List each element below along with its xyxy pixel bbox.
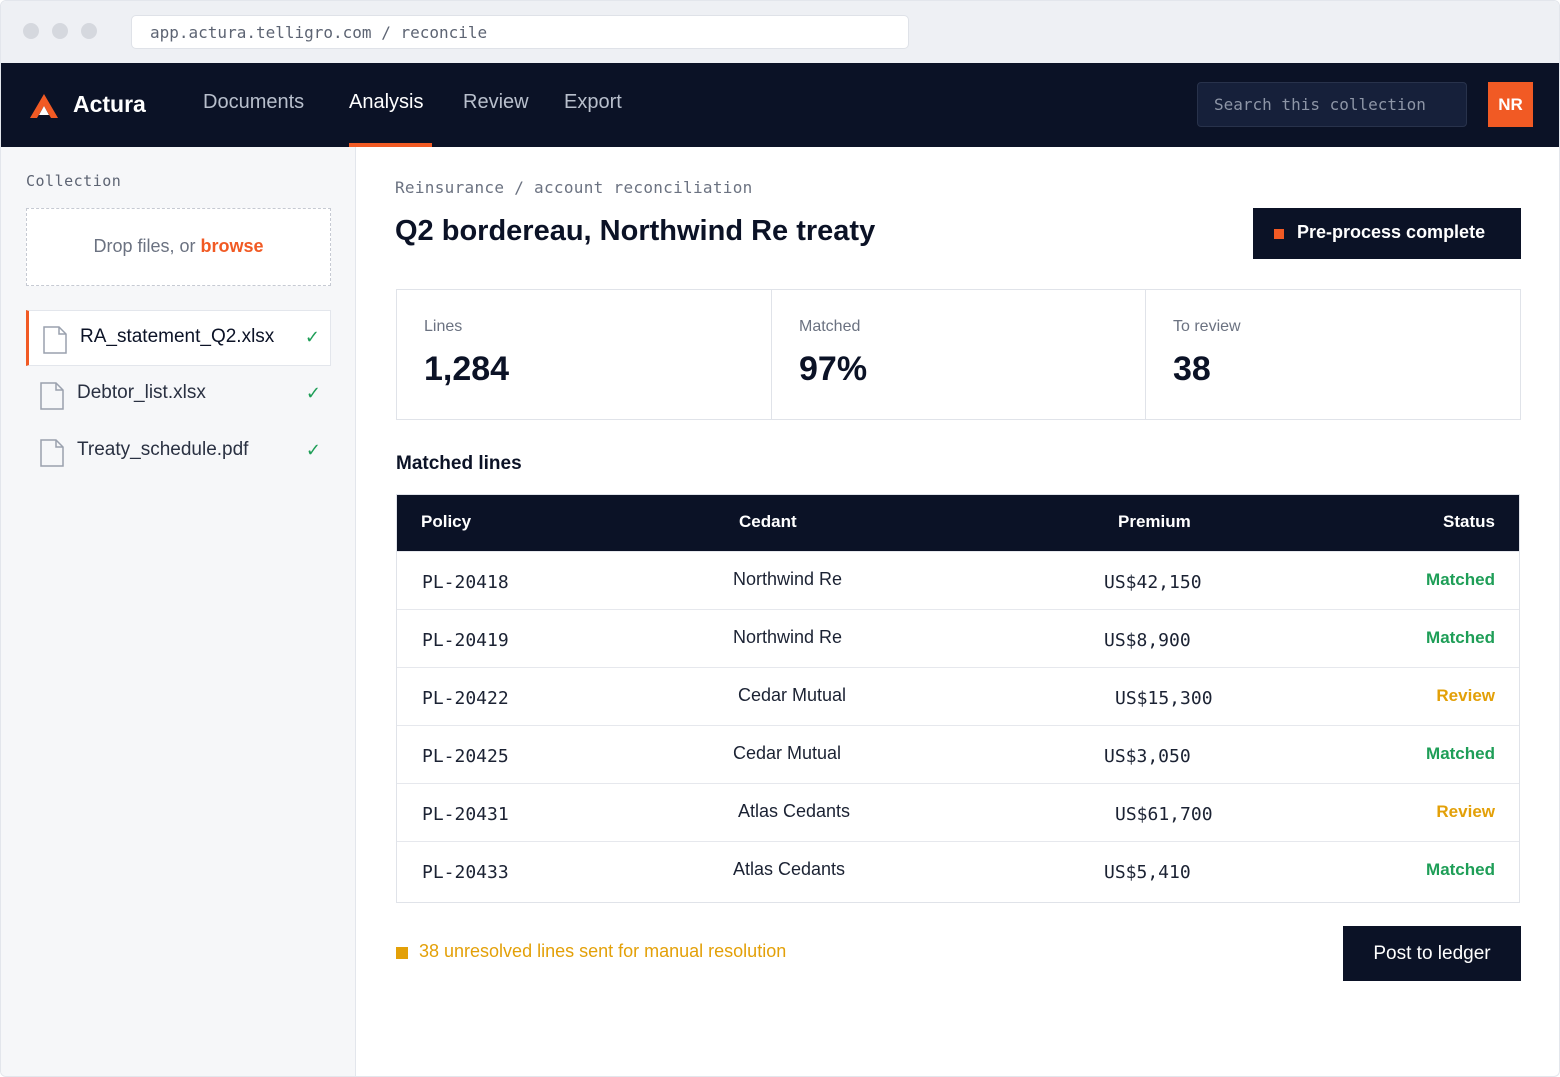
window-minimize-dot[interactable] [52, 23, 68, 39]
header-status[interactable]: Status [1443, 512, 1495, 532]
brand-name[interactable]: Actura [73, 91, 146, 118]
status-cell: Review [1436, 802, 1495, 821]
browser-chrome: app.actura.telligro.com / reconcile [1, 1, 1559, 63]
warning-square-icon [396, 947, 408, 959]
active-tab-indicator [349, 143, 432, 147]
status-cell: Matched [1426, 570, 1495, 589]
premium-cell: US$15,300 [1115, 688, 1213, 709]
premium-cell: US$42,150 [1104, 572, 1202, 593]
policy-cell: PL-20431 [422, 804, 509, 825]
cedant-cell: Atlas Cedants [733, 859, 846, 879]
header-policy[interactable]: Policy [421, 512, 471, 532]
header-cedant[interactable]: Cedant [739, 512, 797, 532]
tab-review[interactable]: Review [463, 91, 529, 114]
stat-matched: Matched 97% [771, 290, 1145, 419]
matched-lines-table: Policy Cedant Premium Status PL-20418 No… [396, 494, 1520, 903]
cedant-cell: Cedar Mutual [738, 685, 847, 705]
section-title: Matched lines [396, 453, 522, 474]
table-row[interactable]: PL-20431 Atlas Cedants US$61,700 Review [397, 783, 1519, 841]
tab-documents[interactable]: Documents [203, 91, 304, 114]
policy-cell: PL-20422 [422, 688, 509, 709]
file-name: Debtor_list.xlsx [77, 382, 206, 403]
status-cell: Matched [1426, 860, 1495, 879]
app-window: app.actura.telligro.com / reconcile Actu… [0, 0, 1560, 1077]
file-icon [40, 439, 64, 467]
stat-to-review: To review 38 [1145, 290, 1520, 419]
cedant-cell: Northwind Re [733, 627, 843, 647]
file-item-treaty-schedule[interactable]: Treaty_schedule.pdf ✓ [26, 424, 331, 480]
sidebar: Collection Drop files, or browse RA_stat… [1, 147, 356, 1076]
cedant-cell: Atlas Cedants [738, 801, 851, 821]
window-close-dot[interactable] [23, 23, 39, 39]
status-badge: Pre-process complete [1253, 208, 1521, 259]
policy-cell: PL-20418 [422, 572, 509, 593]
table-row[interactable]: PL-20433 Atlas Cedants US$5,410 Matched [397, 841, 1519, 899]
status-label: Pre-process complete [1297, 222, 1486, 242]
stats-panel: Lines 1,284 Matched 97% To review 38 [396, 289, 1521, 420]
status-cell: Review [1436, 686, 1495, 705]
status-square-icon [1274, 229, 1284, 239]
check-icon: ✓ [305, 440, 321, 460]
dropzone-text: Drop files, or [93, 236, 201, 256]
browse-link[interactable]: browse [201, 236, 264, 256]
cedant-cell: Cedar Mutual [733, 743, 842, 763]
file-item-ra-statement[interactable]: RA_statement_Q2.xlsx ✓ [26, 310, 331, 366]
stat-label: Matched [799, 318, 861, 335]
table-row[interactable]: PL-20418 Northwind Re US$42,150 Matched [397, 551, 1519, 609]
file-dropzone[interactable]: Drop files, or browse [26, 208, 331, 286]
url-bar[interactable]: app.actura.telligro.com / reconcile [131, 15, 909, 49]
tab-analysis[interactable]: Analysis [349, 91, 423, 114]
window-maximize-dot[interactable] [81, 23, 97, 39]
status-cell: Matched [1426, 628, 1495, 647]
file-name: RA_statement_Q2.xlsx [80, 326, 275, 347]
stat-lines: Lines 1,284 [397, 290, 771, 419]
tab-export[interactable]: Export [564, 91, 622, 114]
policy-cell: PL-20425 [422, 746, 509, 767]
search-input[interactable]: Search this collection [1197, 82, 1467, 127]
policy-cell: PL-20433 [422, 862, 509, 883]
table-row[interactable]: PL-20419 Northwind Re US$8,900 Matched [397, 609, 1519, 667]
sidebar-title: Collection [26, 172, 122, 190]
table-row[interactable]: PL-20422 Cedar Mutual US$15,300 Review [397, 667, 1519, 725]
file-icon [40, 382, 64, 410]
header-premium[interactable]: Premium [1118, 512, 1191, 532]
premium-cell: US$3,050 [1104, 746, 1191, 767]
page-title: Q2 bordereau, Northwind Re treaty [395, 215, 876, 247]
avatar[interactable]: NR [1488, 82, 1533, 127]
stat-value: 97% [799, 350, 868, 388]
table-row[interactable]: PL-20425 Cedar Mutual US$3,050 Matched [397, 725, 1519, 783]
table-header: Policy Cedant Premium Status [397, 495, 1519, 551]
stat-value: 38 [1173, 350, 1211, 388]
premium-cell: US$5,410 [1104, 862, 1191, 883]
file-icon [43, 326, 67, 354]
check-icon: ✓ [305, 383, 321, 403]
post-to-ledger-button[interactable]: Post to ledger [1343, 926, 1521, 981]
status-cell: Matched [1426, 744, 1495, 763]
unresolved-note-text: 38 unresolved lines sent for manual reso… [419, 941, 787, 961]
stat-label: Lines [424, 318, 463, 335]
premium-cell: US$61,700 [1115, 804, 1213, 825]
premium-cell: US$8,900 [1104, 630, 1191, 651]
stat-value: 1,284 [424, 350, 510, 388]
cedant-cell: Northwind Re [733, 569, 843, 589]
actura-logo-icon [30, 94, 58, 118]
policy-cell: PL-20419 [422, 630, 509, 651]
file-item-debtor-list[interactable]: Debtor_list.xlsx ✓ [26, 367, 331, 423]
file-name: Treaty_schedule.pdf [77, 439, 249, 460]
stat-label: To review [1173, 318, 1241, 335]
check-icon: ✓ [304, 327, 320, 347]
breadcrumb[interactable]: Reinsurance / account reconciliation [395, 178, 753, 197]
